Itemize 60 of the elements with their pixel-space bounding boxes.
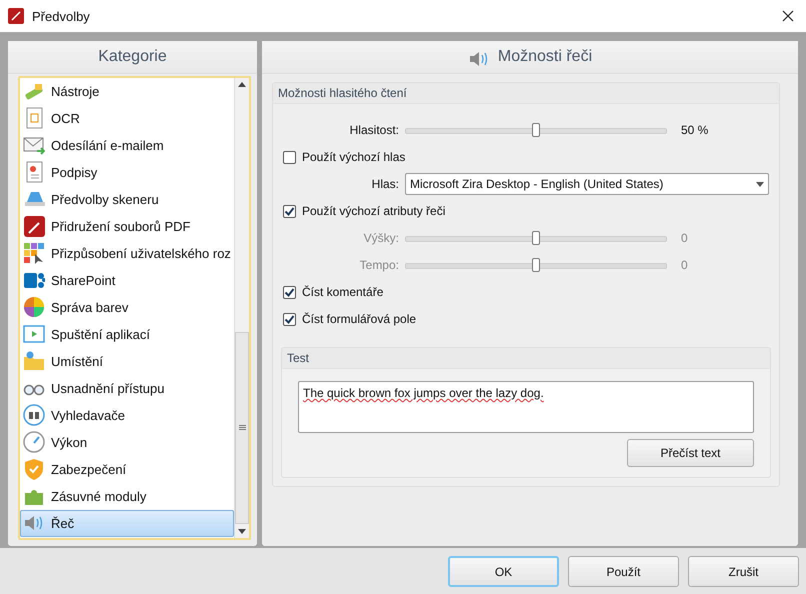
dialog-button[interactable]: Použít bbox=[568, 556, 679, 587]
app-logo-icon bbox=[8, 8, 24, 24]
slider[interactable] bbox=[405, 122, 667, 138]
panel-title: Možnosti řeči bbox=[498, 48, 592, 66]
category-item[interactable]: Nástroje bbox=[20, 78, 234, 105]
checkbox-label: Číst formulářová pole bbox=[302, 312, 416, 326]
slider-reading: 0 bbox=[681, 258, 688, 272]
category-item[interactable]: Vyhledavače bbox=[20, 402, 234, 429]
category-item[interactable]: Zabezpečení bbox=[20, 456, 234, 483]
shield-icon bbox=[23, 458, 45, 480]
slider-label: Hlasitost: bbox=[348, 123, 399, 137]
group-title: Test bbox=[287, 351, 310, 365]
select-label: Hlas: bbox=[370, 177, 399, 191]
text-field[interactable]: The quick brown fox jumps over the lazy dog. bbox=[298, 381, 754, 433]
caret-icon bbox=[756, 182, 764, 186]
category-item[interactable]: Zásuvné moduly bbox=[20, 482, 234, 510]
checkbox[interactable] bbox=[283, 150, 296, 164]
category-item[interactable]: Spuštění aplikací bbox=[20, 320, 234, 348]
checkbox[interactable] bbox=[283, 204, 296, 218]
category-item[interactable]: Usnadnění přístupu bbox=[20, 374, 234, 402]
category-item[interactable]: OCR bbox=[20, 104, 234, 132]
checkbox-label: Použít výchozí atributy řeči bbox=[302, 204, 446, 218]
play-window-icon bbox=[23, 323, 45, 346]
category-item[interactable]: Odesílání e-mailem bbox=[20, 132, 234, 159]
dialog-button[interactable]: OK bbox=[448, 556, 559, 587]
read-text-button[interactable]: Přečíst text bbox=[627, 439, 754, 467]
scroll-up-icon[interactable] bbox=[238, 82, 246, 88]
pdf-icon bbox=[23, 215, 45, 238]
gauge-icon bbox=[23, 431, 45, 454]
slider[interactable] bbox=[405, 230, 667, 246]
color-wheel-icon bbox=[23, 296, 45, 318]
scrollbar[interactable] bbox=[234, 78, 249, 538]
tiles-cursor-icon bbox=[23, 242, 45, 264]
category-item[interactable]: Řeč bbox=[20, 510, 234, 537]
folder-pin-icon bbox=[23, 350, 45, 372]
group-title: Možnosti hlasitého čtení bbox=[278, 86, 407, 100]
slider-label: Tempo: bbox=[358, 258, 399, 272]
category-item[interactable]: SharePoint bbox=[20, 266, 234, 294]
slider-thumb[interactable] bbox=[532, 123, 540, 137]
category-item[interactable]: Výkon bbox=[20, 428, 234, 456]
category-item[interactable]: Podpisy bbox=[20, 158, 234, 186]
voice-dropdown[interactable]: Microsoft Zira Desktop - English (United States) bbox=[405, 173, 769, 195]
checkbox-label: Číst komentáře bbox=[302, 285, 384, 299]
category-item[interactable]: Přidružení souborů PDF bbox=[20, 212, 234, 240]
panel-title: Kategorie bbox=[98, 48, 167, 66]
category-item[interactable]: Správa barev bbox=[20, 294, 234, 321]
checkbox[interactable] bbox=[283, 312, 296, 326]
category-item[interactable]: Umístění bbox=[20, 348, 234, 375]
slider-reading: 50 % bbox=[681, 123, 708, 137]
category-item[interactable]: Předvolby skeneru bbox=[20, 186, 234, 213]
grip-icon bbox=[238, 425, 246, 430]
dialog-button[interactable]: Zrušit bbox=[688, 556, 799, 587]
slider-reading: 0 bbox=[681, 231, 688, 245]
window-title: Předvolby bbox=[32, 8, 91, 24]
slider[interactable] bbox=[405, 257, 667, 273]
slider-label: Výšky: bbox=[362, 231, 399, 245]
checkbox[interactable] bbox=[283, 286, 296, 298]
category-item[interactable]: Přizpůsobení uživatelského roz bbox=[20, 240, 234, 267]
checkbox-label: Použít výchozí hlas bbox=[302, 150, 406, 164]
scroll-down-icon[interactable] bbox=[238, 528, 246, 534]
